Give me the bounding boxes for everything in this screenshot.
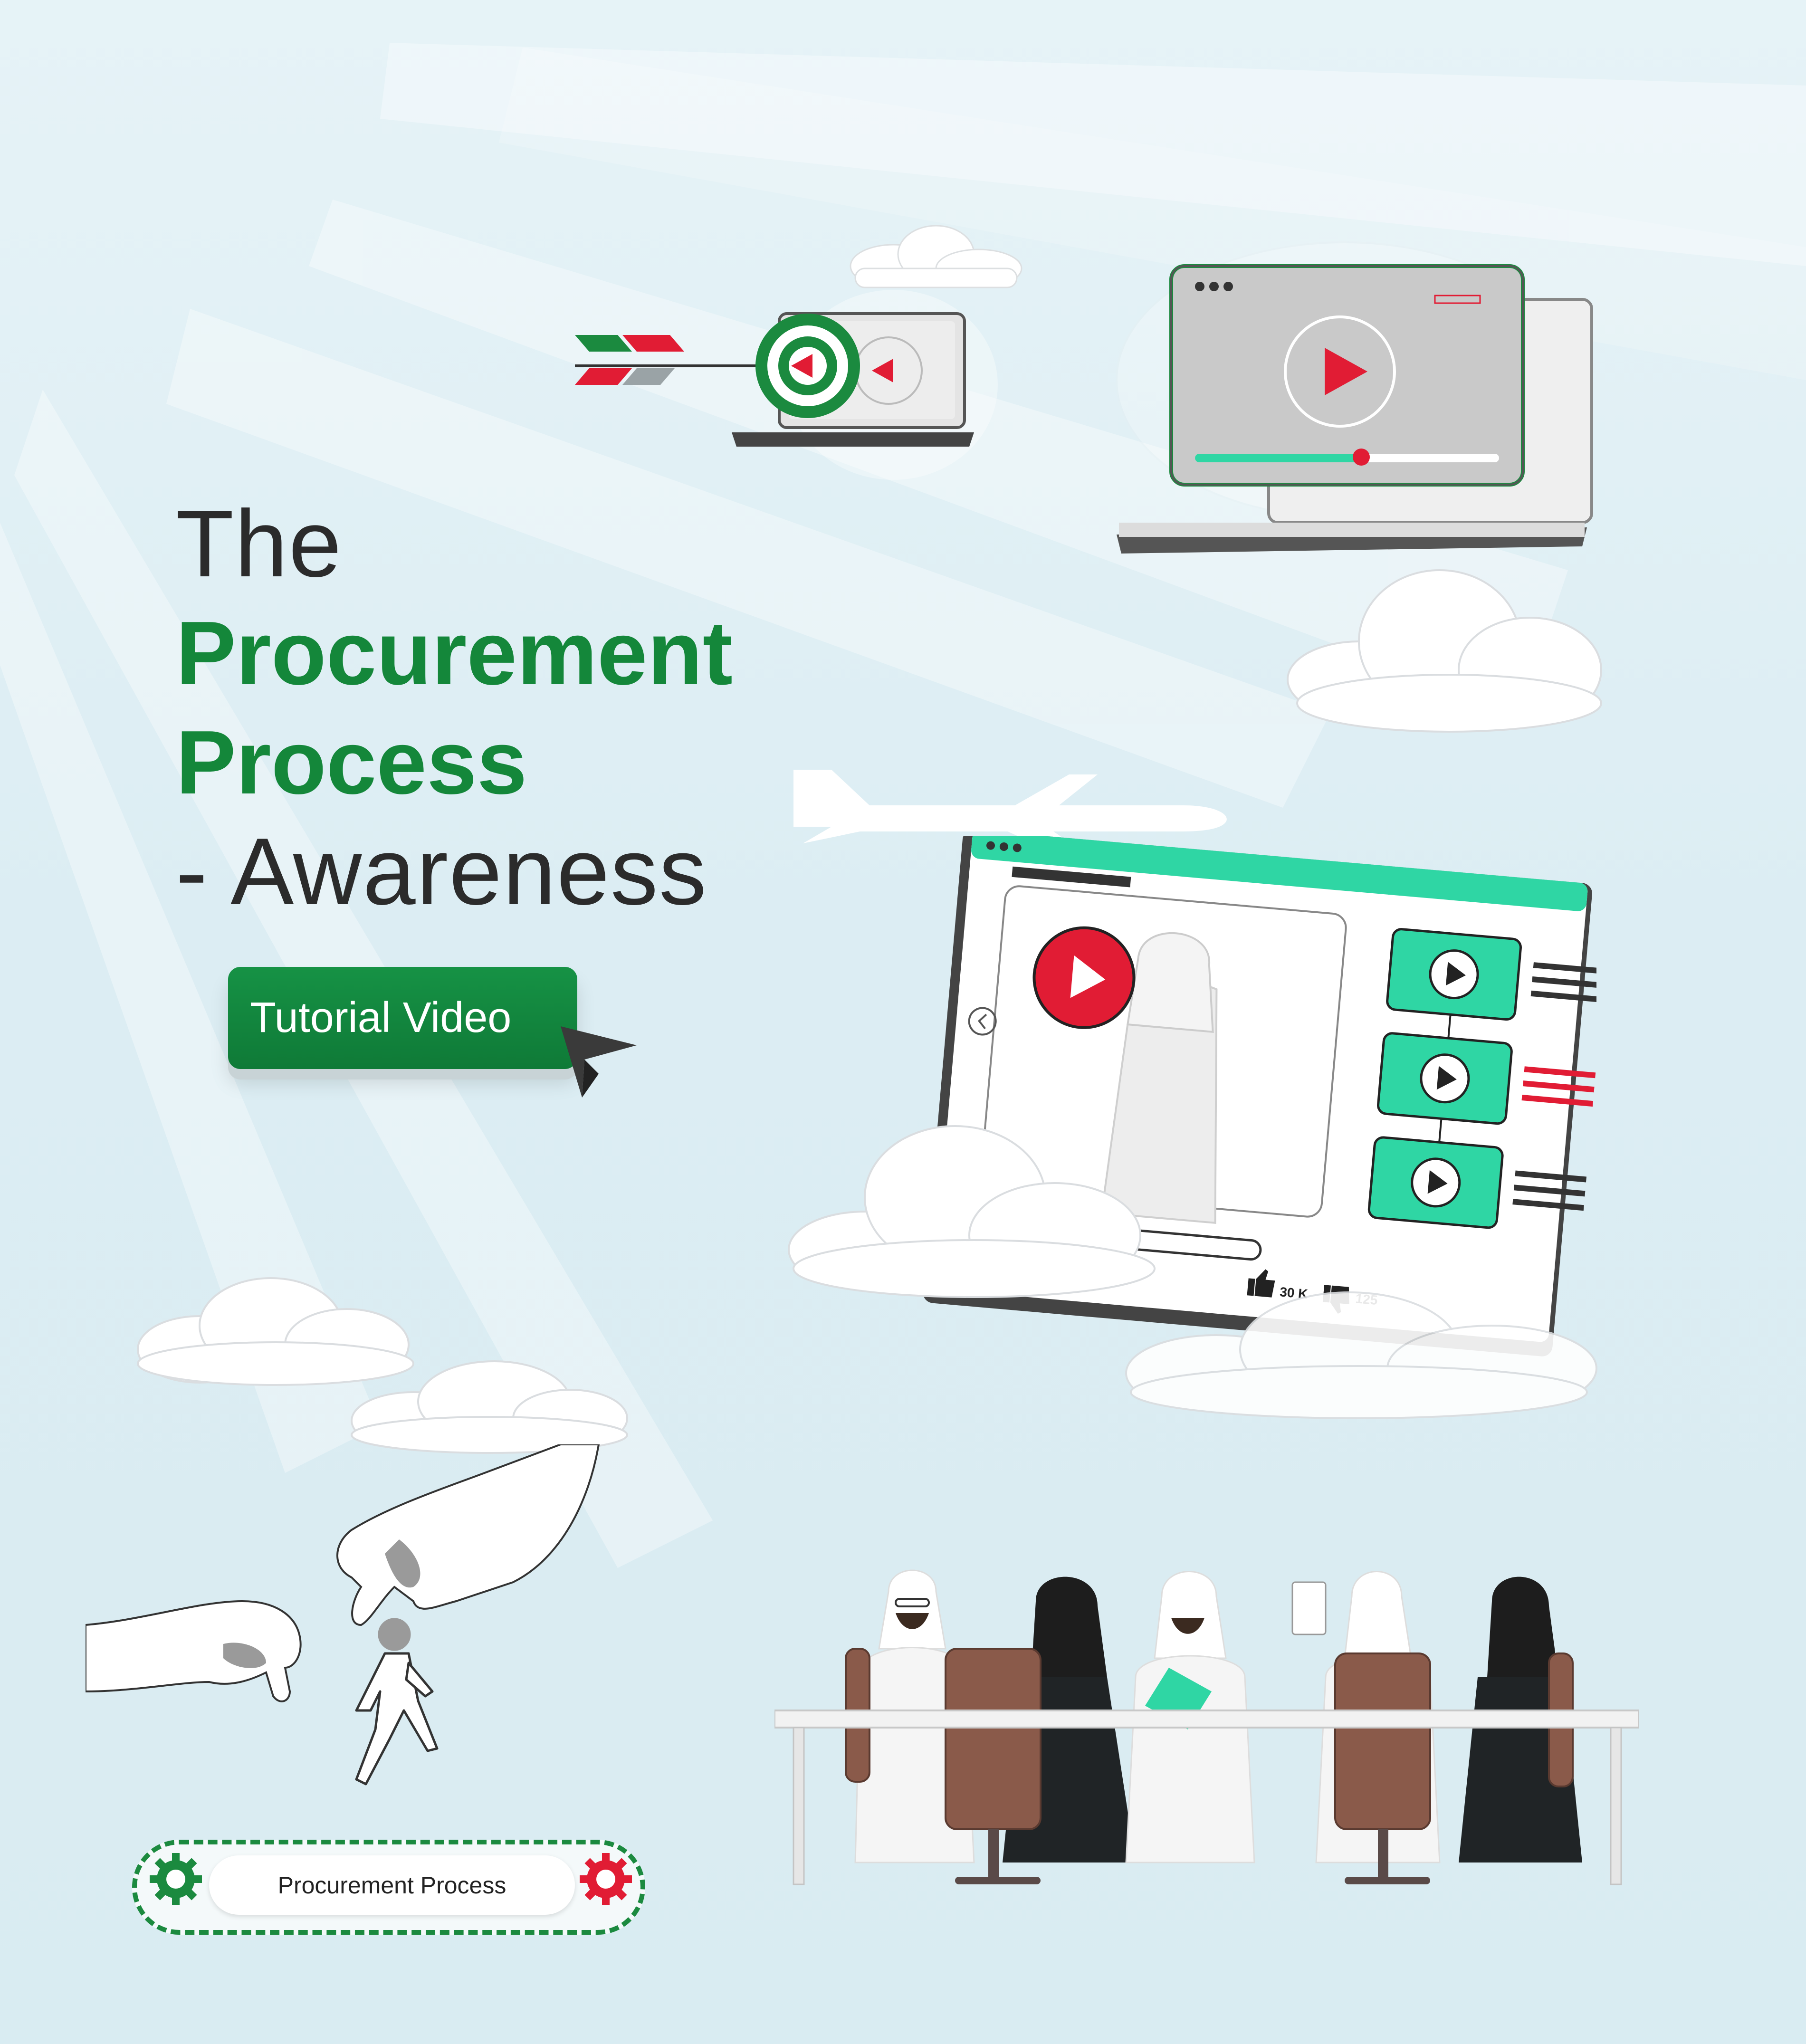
cloud-left-lower bbox=[351, 1360, 628, 1454]
conveyor-label: Procurement Process bbox=[209, 1855, 575, 1915]
cloud-over-tablet bbox=[788, 1125, 1156, 1298]
cloud-under-tablet bbox=[1125, 1291, 1597, 1419]
video-laptop-illustration bbox=[1116, 241, 1593, 554]
walking-person-icon bbox=[355, 1618, 439, 1786]
hands-puppet-illustration bbox=[86, 1444, 600, 1786]
gear-icon-red bbox=[580, 1853, 632, 1905]
hero-line-the: The bbox=[176, 491, 343, 597]
arrow-cursor-icon bbox=[561, 1026, 637, 1098]
tutorial-video-button[interactable]: Tutorial Video bbox=[228, 967, 577, 1069]
gear-icon bbox=[150, 1853, 202, 1905]
hero-line-procurement: Procurement bbox=[176, 603, 733, 704]
hero-line-awareness: - Awareness bbox=[176, 819, 707, 925]
arrow-feathers bbox=[575, 335, 684, 385]
tutorial-video-label: Tutorial Video bbox=[250, 994, 512, 1041]
target-laptop-illustration bbox=[575, 290, 998, 480]
meeting-table-illustration bbox=[774, 1569, 1639, 1885]
hero-title: The Procurement Process - Awareness bbox=[176, 489, 936, 926]
hero-line-process: Process bbox=[176, 712, 527, 813]
